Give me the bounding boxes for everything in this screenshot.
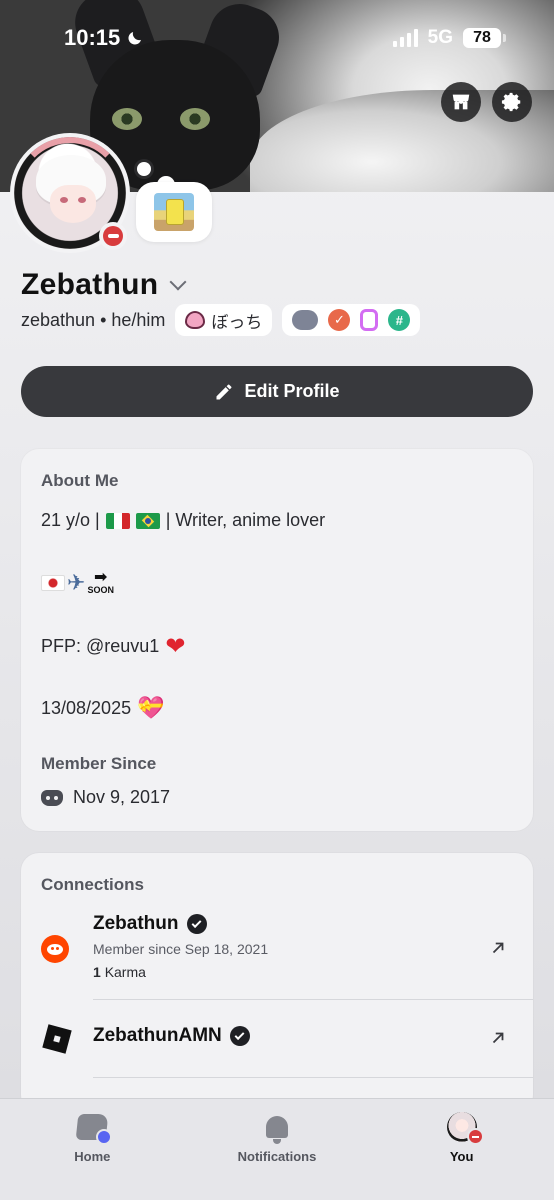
gem-badge-icon <box>360 309 379 331</box>
badges-pill[interactable]: ✓ # <box>282 304 421 336</box>
hashtag-badge-icon: # <box>388 309 411 331</box>
bottom-navigation: Home Notifications You <box>0 1098 554 1200</box>
custom-status-bubble[interactable] <box>136 182 212 242</box>
tab-notifications[interactable]: Notifications <box>202 1111 352 1200</box>
bio-line-3: PFP: @reuvu1 ❤ <box>41 633 186 660</box>
shop-icon <box>452 94 470 110</box>
do-not-disturb-status-icon <box>99 222 127 250</box>
italy-flag-icon <box>105 512 130 529</box>
discord-icon <box>41 789 63 806</box>
about-me-heading: About Me <box>41 471 119 490</box>
soon-arrow-icon: ➡ SOON <box>87 569 114 596</box>
verified-check-icon <box>229 1026 250 1046</box>
about-me-card: About Me 21 y/o | | Writer, anime lover … <box>21 449 533 831</box>
battery-icon: 78 <box>463 28 506 48</box>
red-heart-icon: ❤ <box>165 633 186 660</box>
connection-roblox[interactable]: ZebathunAMN <box>21 1021 533 1081</box>
do-not-disturb-status-icon <box>466 1128 484 1145</box>
server-boost-badge-icon: ✓ <box>328 309 351 331</box>
gear-icon <box>501 92 521 112</box>
brazil-flag-icon <box>135 512 160 529</box>
unread-dot-icon <box>96 1129 113 1145</box>
member-since-date: Nov 9, 2017 <box>73 787 171 807</box>
member-since-row: Nov 9, 2017 <box>41 787 170 808</box>
profile-tags-row: zebathun • he/him ぼっち ✓ # <box>21 304 421 336</box>
name-row[interactable]: Zebathun <box>21 268 187 302</box>
connections-card: Connections Zebathun Member since Sep 18… <box>21 853 533 1113</box>
edit-profile-button[interactable]: Edit Profile <box>21 366 533 417</box>
member-since-heading: Member Since <box>41 754 157 773</box>
shop-button[interactable] <box>441 82 481 122</box>
connections-heading: Connections <box>41 875 144 894</box>
divider <box>93 999 533 1000</box>
pixel-heart-icon <box>185 311 206 329</box>
tab-you-label: You <box>449 1149 474 1164</box>
connection-name: Zebathun <box>93 913 179 934</box>
moon-icon <box>128 32 142 45</box>
server-tag-pill[interactable]: ぼっち <box>175 304 273 336</box>
bio-line-4: 13/08/2025 💝 <box>41 695 165 720</box>
username: zebathun <box>21 309 96 330</box>
external-link-arrow-icon[interactable] <box>489 1029 507 1047</box>
roblox-icon <box>42 1024 72 1054</box>
chevron-down-icon[interactable] <box>169 273 187 291</box>
connection-reddit[interactable]: Zebathun Member since Sep 18, 2021 1 Kar… <box>21 911 533 1001</box>
server-tag-text: ぼっち <box>211 312 263 332</box>
japan-flag-icon <box>41 575 65 591</box>
bio-line-2: ✈ ➡ SOON <box>41 570 114 596</box>
network-label: 5G <box>427 27 453 48</box>
spongebob-sticker-image <box>154 193 194 231</box>
edit-profile-label: Edit Profile <box>244 381 340 401</box>
verified-check-icon <box>186 914 207 934</box>
connection-name: ZebathunAMN <box>93 1025 222 1046</box>
pronouns: he/him <box>111 309 166 330</box>
clock-time: 10:15 <box>64 25 121 50</box>
connection-member-since: Member since Sep 18, 2021 <box>93 941 269 957</box>
divider <box>93 1077 533 1078</box>
reddit-icon <box>41 935 69 963</box>
settings-button[interactable] <box>492 82 532 122</box>
external-link-arrow-icon[interactable] <box>489 939 507 957</box>
nitro-badge-icon <box>292 310 319 330</box>
status-bar: 10:15 5G 78 <box>0 0 554 76</box>
display-name: Zebathun <box>21 268 159 301</box>
battery-level: 78 <box>463 28 501 48</box>
tab-home[interactable]: Home <box>17 1111 167 1200</box>
airplane-icon: ✈ <box>67 570 86 595</box>
bio-line-1: 21 y/o | | Writer, anime lover <box>41 510 326 530</box>
tab-notifications-label: Notifications <box>237 1149 317 1164</box>
tab-home-label: Home <box>74 1149 111 1164</box>
tab-you[interactable]: You <box>387 1111 537 1200</box>
pencil-icon <box>216 384 232 399</box>
signal-icon <box>392 29 418 47</box>
connection-karma: 1 Karma <box>93 964 146 980</box>
heart-with-ribbon-icon: 💝 <box>137 695 165 720</box>
home-icon <box>72 1111 113 1145</box>
bell-icon <box>265 1116 288 1144</box>
